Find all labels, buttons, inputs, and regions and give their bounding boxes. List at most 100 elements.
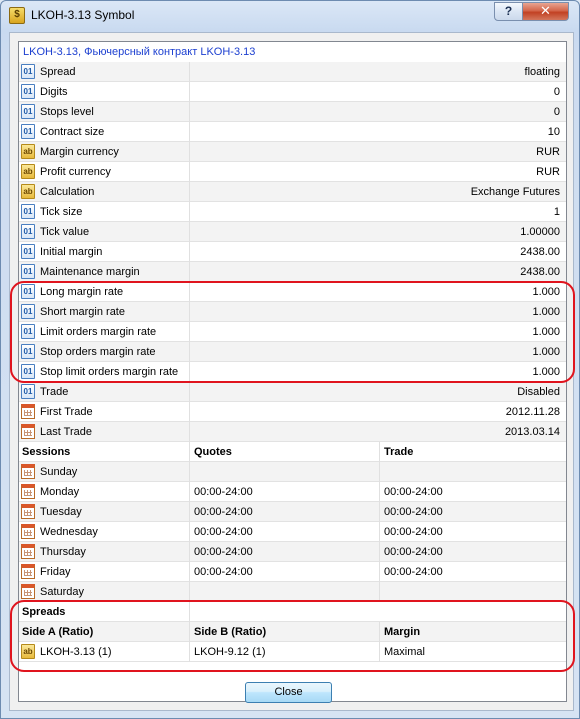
- session-row[interactable]: Monday 00:00-24:00 00:00-24:00: [19, 482, 566, 502]
- property-label: Initial margin: [40, 246, 103, 258]
- property-label: Digits: [40, 86, 68, 98]
- numeric-icon: 01: [21, 224, 35, 239]
- property-row[interactable]: ab Calculation Exchange Futures: [19, 182, 566, 202]
- dialog-client-area: LKOH-3.13, Фьючерсный контракт LKOH-3.13…: [9, 32, 575, 711]
- property-row[interactable]: 01 Stop limit orders margin rate 1.000: [19, 362, 566, 382]
- property-row[interactable]: 01 Maintenance margin 2438.00: [19, 262, 566, 282]
- property-label: Last Trade: [40, 426, 92, 438]
- session-trade: 00:00-24:00: [384, 506, 443, 518]
- property-label: Calculation: [40, 186, 95, 198]
- property-row[interactable]: 01 Tick value 1.00000: [19, 222, 566, 242]
- property-row[interactable]: 01 Tick size 1: [19, 202, 566, 222]
- property-name-cell: ab Calculation: [19, 182, 190, 202]
- close-button[interactable]: Close: [245, 682, 332, 703]
- property-label: Spread: [40, 66, 76, 78]
- property-row[interactable]: First Trade 2012.11.28: [19, 402, 566, 422]
- property-name-cell: 01 Limit orders margin rate: [19, 322, 190, 342]
- numeric-icon: 01: [21, 104, 35, 119]
- calendar-icon: [21, 464, 35, 479]
- session-quotes: 00:00-24:00: [190, 522, 380, 542]
- property-label: Tick value: [40, 226, 90, 238]
- property-row[interactable]: ab Profit currency RUR: [19, 162, 566, 182]
- property-value: 1.000: [532, 286, 560, 298]
- text-icon: ab: [21, 144, 35, 159]
- session-row[interactable]: Sunday: [19, 462, 566, 482]
- session-trade: [380, 462, 566, 482]
- session-row[interactable]: Wednesday 00:00-24:00 00:00-24:00: [19, 522, 566, 542]
- spreads-title-row: Spreads: [19, 602, 566, 622]
- property-name-cell: 01 Stops level: [19, 102, 190, 122]
- session-row[interactable]: Thursday 00:00-24:00 00:00-24:00: [19, 542, 566, 562]
- property-value: 2438.00: [520, 246, 560, 258]
- property-name-cell: Last Trade: [19, 422, 190, 442]
- calendar-icon: [21, 544, 35, 559]
- property-label: Long margin rate: [40, 286, 124, 298]
- window-title: LKOH-3.13 Symbol: [31, 8, 135, 22]
- calendar-icon: [21, 584, 35, 599]
- sessions-column-header: Quotes: [190, 442, 380, 462]
- session-day: Wednesday: [40, 526, 98, 538]
- property-row[interactable]: 01 Digits 0: [19, 82, 566, 102]
- property-label: Contract size: [40, 126, 105, 138]
- property-label: Stop orders margin rate: [40, 346, 156, 358]
- title-bar[interactable]: $ LKOH-3.13 Symbol ? ✕: [1, 1, 579, 31]
- property-label: Tick size: [40, 206, 83, 218]
- symbol-description: LKOH-3.13, Фьючерсный контракт LKOH-3.13: [23, 46, 256, 58]
- symbol-window: $ LKOH-3.13 Symbol ? ✕ LKOH-3.13, Фьючер…: [0, 0, 580, 719]
- close-icon: ✕: [540, 3, 551, 18]
- session-day: Saturday: [40, 586, 85, 598]
- numeric-icon: 01: [21, 324, 35, 339]
- property-row[interactable]: 01 Spread floating: [19, 62, 566, 82]
- property-name-cell: 01 Maintenance margin: [19, 262, 190, 282]
- property-value: floating: [524, 66, 560, 78]
- property-label: Profit currency: [40, 166, 111, 178]
- close-window-button[interactable]: ✕: [522, 2, 569, 21]
- symbol-properties-list[interactable]: LKOH-3.13, Фьючерсный контракт LKOH-3.13…: [18, 41, 567, 702]
- property-row[interactable]: 01 Stop orders margin rate 1.000: [19, 342, 566, 362]
- property-value: 1.00000: [520, 226, 560, 238]
- property-label: Stop limit orders margin rate: [40, 366, 179, 378]
- session-trade: 00:00-24:00: [384, 486, 443, 498]
- session-row[interactable]: Tuesday 00:00-24:00 00:00-24:00: [19, 502, 566, 522]
- property-label: Trade: [40, 386, 69, 398]
- property-value: 0: [553, 106, 560, 118]
- session-day: Sunday: [40, 466, 78, 478]
- property-row[interactable]: 01 Limit orders margin rate 1.000: [19, 322, 566, 342]
- property-name-cell: ab Margin currency: [19, 142, 190, 162]
- session-quotes: [190, 582, 380, 602]
- help-button[interactable]: ?: [494, 2, 523, 21]
- session-row[interactable]: Friday 00:00-24:00 00:00-24:00: [19, 562, 566, 582]
- property-value: 2013.03.14: [504, 426, 560, 438]
- property-row[interactable]: ab Margin currency RUR: [19, 142, 566, 162]
- spread-side-b: LKOH-9.12 (1): [190, 642, 380, 662]
- session-row[interactable]: Saturday: [19, 582, 566, 602]
- spread-margin: Maximal: [384, 646, 425, 658]
- property-name-cell: 01 Spread: [19, 62, 190, 82]
- property-value: 1: [553, 206, 560, 218]
- property-name-cell: 01 Tick value: [19, 222, 190, 242]
- property-row[interactable]: 01 Short margin rate 1.000: [19, 302, 566, 322]
- property-row[interactable]: 01 Trade Disabled: [19, 382, 566, 402]
- property-label: Margin currency: [40, 146, 119, 158]
- property-row[interactable]: Last Trade 2013.03.14: [19, 422, 566, 442]
- numeric-icon: 01: [21, 344, 35, 359]
- session-day-cell: Friday: [19, 562, 190, 582]
- numeric-icon: 01: [21, 84, 35, 99]
- session-day-cell: Monday: [19, 482, 190, 502]
- session-trade: 00:00-24:00: [384, 546, 443, 558]
- session-day-cell: Wednesday: [19, 522, 190, 542]
- calendar-icon: [21, 504, 35, 519]
- spread-row[interactable]: ab LKOH-3.13 (1) LKOH-9.12 (1) Maximal: [19, 642, 566, 662]
- property-row[interactable]: 01 Stops level 0: [19, 102, 566, 122]
- numeric-icon: 01: [21, 364, 35, 379]
- property-row[interactable]: 01 Contract size 10: [19, 122, 566, 142]
- property-name-cell: 01 Trade: [19, 382, 190, 402]
- calendar-icon: [21, 484, 35, 499]
- property-name-cell: 01 Tick size: [19, 202, 190, 222]
- property-row[interactable]: 01 Long margin rate 1.000: [19, 282, 566, 302]
- property-label: First Trade: [40, 406, 93, 418]
- numeric-icon: 01: [21, 204, 35, 219]
- property-name-cell: 01 Long margin rate: [19, 282, 190, 302]
- spreads-column-header: Margin: [384, 626, 421, 638]
- property-row[interactable]: 01 Initial margin 2438.00: [19, 242, 566, 262]
